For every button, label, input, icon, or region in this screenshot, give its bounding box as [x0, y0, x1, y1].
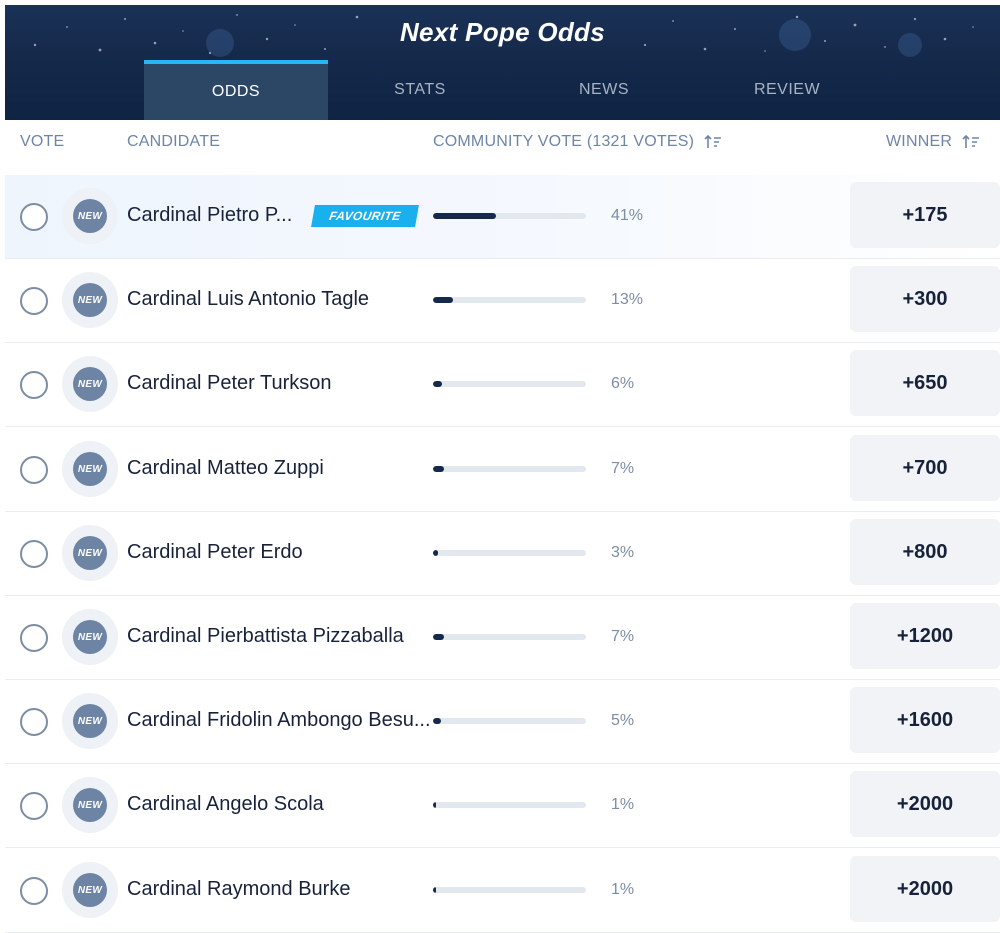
- vote-bar: [433, 550, 586, 556]
- new-badge: NEW: [62, 609, 118, 665]
- new-badge-label: NEW: [73, 283, 107, 317]
- new-badge: NEW: [62, 525, 118, 581]
- favourite-tag: FAVOURITE: [311, 205, 419, 227]
- new-badge: NEW: [62, 441, 118, 497]
- candidate-name: Cardinal Raymond Burke: [127, 878, 351, 900]
- candidate-name: Cardinal Pietro P...: [127, 204, 293, 226]
- vote-radio[interactable]: [20, 708, 48, 736]
- vote-bar-fill: [433, 887, 436, 893]
- odds-button[interactable]: +175: [850, 182, 1000, 248]
- new-badge-label: NEW: [73, 620, 107, 654]
- page-title: Next Pope Odds: [399, 17, 605, 47]
- vote-bar-fill: [433, 718, 441, 724]
- vote-radio[interactable]: [20, 203, 48, 231]
- vote-bar-fill: [433, 550, 438, 556]
- vote-bar-fill: [433, 297, 453, 303]
- new-badge-label: NEW: [73, 704, 107, 738]
- vote-percentage: 13%: [611, 291, 644, 308]
- new-badge: NEW: [62, 693, 118, 749]
- vote-percentage: 6%: [611, 375, 635, 392]
- candidate-row: NEW Cardinal Pietro P... FAVOURITE 41% +175: [5, 175, 1000, 259]
- vote-bar-fill: [433, 634, 444, 640]
- candidate-name: Cardinal Pierbattista Pizzaballa: [127, 625, 404, 647]
- odds-button[interactable]: +1600: [850, 687, 1000, 753]
- vote-radio[interactable]: [20, 456, 48, 484]
- vote-percentage: 7%: [611, 460, 635, 477]
- new-badge-label: NEW: [73, 199, 107, 233]
- vote-percentage: 5%: [611, 712, 635, 729]
- column-header-winner[interactable]: WINNER: [886, 133, 980, 151]
- tab-odds[interactable]: ODDS: [144, 60, 328, 120]
- candidate-name: Cardinal Peter Erdo: [127, 541, 303, 563]
- new-badge: NEW: [62, 777, 118, 833]
- candidate-row: NEW Cardinal Fridolin Ambongo Besu... 5% +1…: [5, 680, 1000, 764]
- vote-percentage: 1%: [611, 796, 635, 813]
- candidate-row: NEW Cardinal Matteo Zuppi 7% +700: [5, 428, 1000, 512]
- candidate-row: NEW Cardinal Angelo Scola 1% +2000: [5, 764, 1000, 848]
- vote-radio[interactable]: [20, 624, 48, 652]
- vote-percentage: 41%: [611, 207, 644, 224]
- tab-stats[interactable]: STATS: [328, 60, 512, 120]
- new-badge-label: NEW: [73, 452, 107, 486]
- odds-button[interactable]: +300: [850, 266, 1000, 332]
- candidate-name: Cardinal Fridolin Ambongo Besu...: [127, 709, 431, 731]
- vote-radio[interactable]: [20, 287, 48, 315]
- new-badge: NEW: [62, 272, 118, 328]
- vote-bar: [433, 887, 586, 893]
- candidate-name: Cardinal Angelo Scola: [127, 793, 324, 815]
- candidate-row: NEW Cardinal Peter Turkson 6% +650: [5, 343, 1000, 427]
- column-header-community-vote[interactable]: COMMUNITY VOTE (1321 VOTES): [433, 133, 722, 151]
- sort-icon[interactable]: [704, 134, 722, 150]
- new-badge: NEW: [62, 188, 118, 244]
- tab-news[interactable]: NEWS: [512, 60, 696, 120]
- new-badge-label: NEW: [73, 873, 107, 907]
- vote-bar: [433, 802, 586, 808]
- sort-icon[interactable]: [962, 134, 980, 150]
- candidate-row: NEW Cardinal Luis Antonio Tagle 13% +300: [5, 259, 1000, 343]
- vote-radio[interactable]: [20, 540, 48, 568]
- column-header-vote: VOTE: [20, 133, 64, 151]
- odds-button[interactable]: +2000: [850, 856, 1000, 922]
- vote-bar: [433, 213, 586, 219]
- new-badge-label: NEW: [73, 536, 107, 570]
- odds-button[interactable]: +800: [850, 519, 1000, 585]
- vote-bar: [433, 297, 586, 303]
- vote-percentage: 1%: [611, 881, 635, 898]
- column-header-candidate: CANDIDATE: [127, 133, 220, 151]
- column-header-candidate-label: CANDIDATE: [127, 133, 221, 150]
- candidate-row: NEW Cardinal Peter Erdo 3% +800: [5, 512, 1000, 596]
- new-badge-label: NEW: [73, 788, 107, 822]
- vote-bar: [433, 381, 586, 387]
- new-badge-label: NEW: [73, 367, 107, 401]
- vote-percentage: 3%: [611, 544, 635, 561]
- vote-radio[interactable]: [20, 877, 48, 905]
- new-badge: NEW: [62, 356, 118, 412]
- odds-button[interactable]: +1200: [850, 603, 1000, 669]
- odds-button[interactable]: +2000: [850, 771, 1000, 837]
- vote-bar-fill: [433, 802, 436, 808]
- vote-bar: [433, 466, 586, 472]
- odds-button[interactable]: +650: [850, 350, 1000, 416]
- odds-button[interactable]: +700: [850, 435, 1000, 501]
- candidate-row: NEW Cardinal Raymond Burke 1% +2000: [5, 849, 1000, 933]
- new-badge: NEW: [62, 862, 118, 918]
- column-header-winner-label: WINNER: [886, 133, 953, 150]
- column-header-community-vote-label: COMMUNITY VOTE (1321 VOTES): [433, 133, 695, 150]
- vote-radio[interactable]: [20, 792, 48, 820]
- vote-radio[interactable]: [20, 371, 48, 399]
- tab-review[interactable]: REVIEW: [695, 60, 879, 120]
- candidate-name: Cardinal Luis Antonio Tagle: [127, 288, 370, 310]
- column-header-vote-label: VOTE: [20, 133, 65, 150]
- vote-bar: [433, 718, 586, 724]
- vote-bar-fill: [433, 213, 496, 219]
- page-header: Next Pope Odds ODDS STATS NEWS REVIEW: [5, 5, 1000, 120]
- candidate-name: Cardinal Peter Turkson: [127, 372, 332, 394]
- tab-bar: ODDS STATS NEWS REVIEW: [5, 60, 1000, 120]
- vote-bar: [433, 634, 586, 640]
- vote-bar-fill: [433, 381, 442, 387]
- candidate-row: NEW Cardinal Pierbattista Pizzaballa 7% +12…: [5, 596, 1000, 680]
- vote-percentage: 7%: [611, 628, 635, 645]
- candidate-name: Cardinal Matteo Zuppi: [127, 457, 324, 479]
- vote-bar-fill: [433, 466, 444, 472]
